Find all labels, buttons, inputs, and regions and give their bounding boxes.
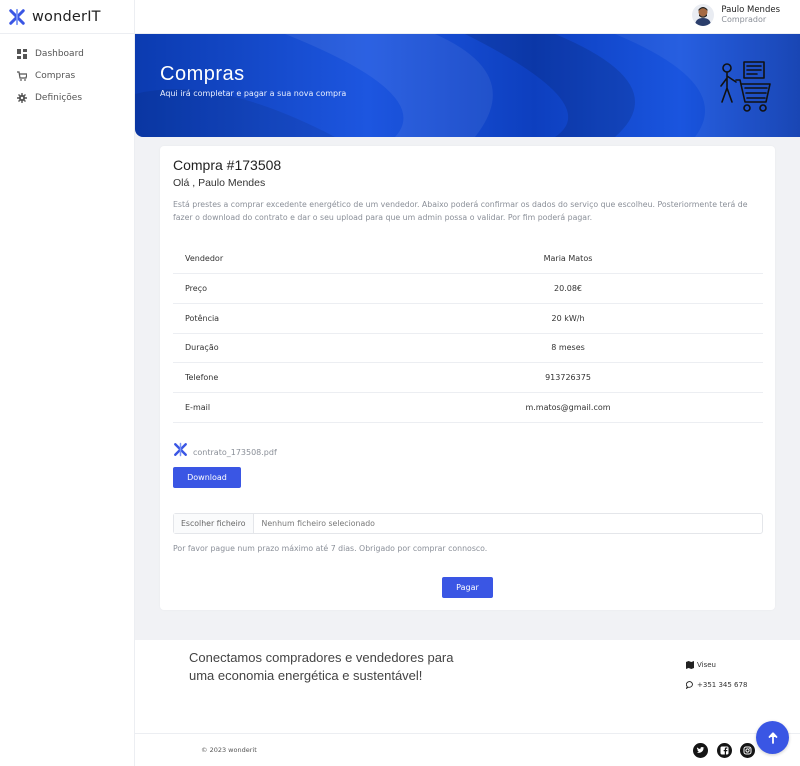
detail-value: 8 meses [453,333,763,364]
sidebar-item-compras[interactable]: Compras [0,65,134,87]
wonderit-logo-icon [9,8,25,25]
page-banner: Compras Aqui irá completar e pagar a sua… [135,34,800,137]
sidebar: wonderIT Dashboard Compras Definições [0,0,135,766]
sidebar-item-definicoes[interactable]: Definições [0,87,134,109]
brand[interactable]: wonderIT [0,0,134,34]
map-icon [686,661,694,669]
shopping-cart-person-icon [720,61,771,112]
page-title: Compras [160,63,245,85]
gear-icon [17,93,27,103]
contract-file[interactable]: contrato_173508.pdf [173,442,277,457]
payment-notice: Por favor pague num prazo máximo até 7 d… [173,544,488,553]
footer-tagline: Conectamos compradores e vendedores para… [189,650,454,683]
table-row: Vendedor Maria Matos [173,244,763,275]
detail-label: Telefone [173,362,453,393]
pay-button[interactable]: Pagar [442,577,493,598]
facebook-icon[interactable] [717,743,732,758]
copyright: © 2023 wonderit [201,746,257,754]
footer: Conectamos compradores e vendedores para… [135,640,800,766]
choose-file-button[interactable]: Escolher ficheiro [174,514,254,533]
sidebar-item-label: Dashboard [35,49,84,59]
download-button[interactable]: Download [173,467,241,488]
twitter-icon[interactable] [693,743,708,758]
detail-label: Potência [173,303,453,334]
detail-label: E-mail [173,392,453,423]
table-row: Telefone 913726375 [173,362,763,393]
page-subtitle: Aqui irá completar e pagar a sua nova co… [160,89,347,98]
user-role: Comprador [721,15,767,24]
chat-icon [686,681,693,689]
detail-label: Duração [173,333,453,364]
sidebar-item-dashboard[interactable]: Dashboard [0,43,134,65]
purchase-details-table: Vendedor Maria Matos Preço 20.08€ Potênc… [173,244,763,423]
instagram-icon[interactable] [740,743,755,758]
no-file-selected-text: Nenhum ficheiro selecionado [261,519,375,528]
detail-value: 20 kW/h [453,303,763,334]
footer-location-text: Viseu [697,661,716,669]
purchase-title: Compra #173508 [173,157,282,173]
contract-file-icon [174,442,187,457]
user-name: Paulo Mendes [721,5,780,15]
sidebar-item-label: Definições [35,93,83,103]
cart-icon [17,71,27,81]
detail-value: 913726375 [453,362,763,393]
greeting: Olá , Paulo Mendes [173,177,266,189]
avatar [692,4,715,26]
topbar: Paulo Mendes Comprador [135,0,800,34]
table-row: Potência 20 kW/h [173,303,763,334]
footer-bottom-bar: © 2023 wonderit [135,733,800,766]
sidebar-item-label: Compras [35,71,76,81]
sidebar-nav: Dashboard Compras Definições [0,34,134,109]
detail-label: Preço [173,273,453,304]
user-menu[interactable]: Paulo Mendes Comprador [692,4,780,26]
arrow-up-icon [768,731,777,744]
table-row: Preço 20.08€ [173,273,763,304]
detail-value: 20.08€ [453,273,763,304]
detail-value: Maria Matos [453,244,763,275]
table-row: E-mail m.matos@gmail.com [173,392,763,423]
purchase-card: Compra #173508 Olá , Paulo Mendes Está p… [160,146,775,610]
brand-name: wonderIT [32,8,101,25]
contract-upload-input[interactable]: Escolher ficheiro Nenhum ficheiro seleci… [173,513,763,534]
purchase-description: Está prestes a comprar excedente energét… [173,200,748,222]
grid-icon [17,49,27,59]
detail-label: Vendedor [173,244,453,275]
contract-file-name: contrato_173508.pdf [193,448,277,457]
footer-phone: +351 345 678 [686,681,747,689]
detail-value: m.matos@gmail.com [453,392,763,423]
footer-location: Viseu [686,661,716,669]
scroll-to-top-button[interactable] [756,721,789,754]
table-row: Duração 8 meses [173,333,763,364]
footer-phone-text: +351 345 678 [697,681,748,689]
